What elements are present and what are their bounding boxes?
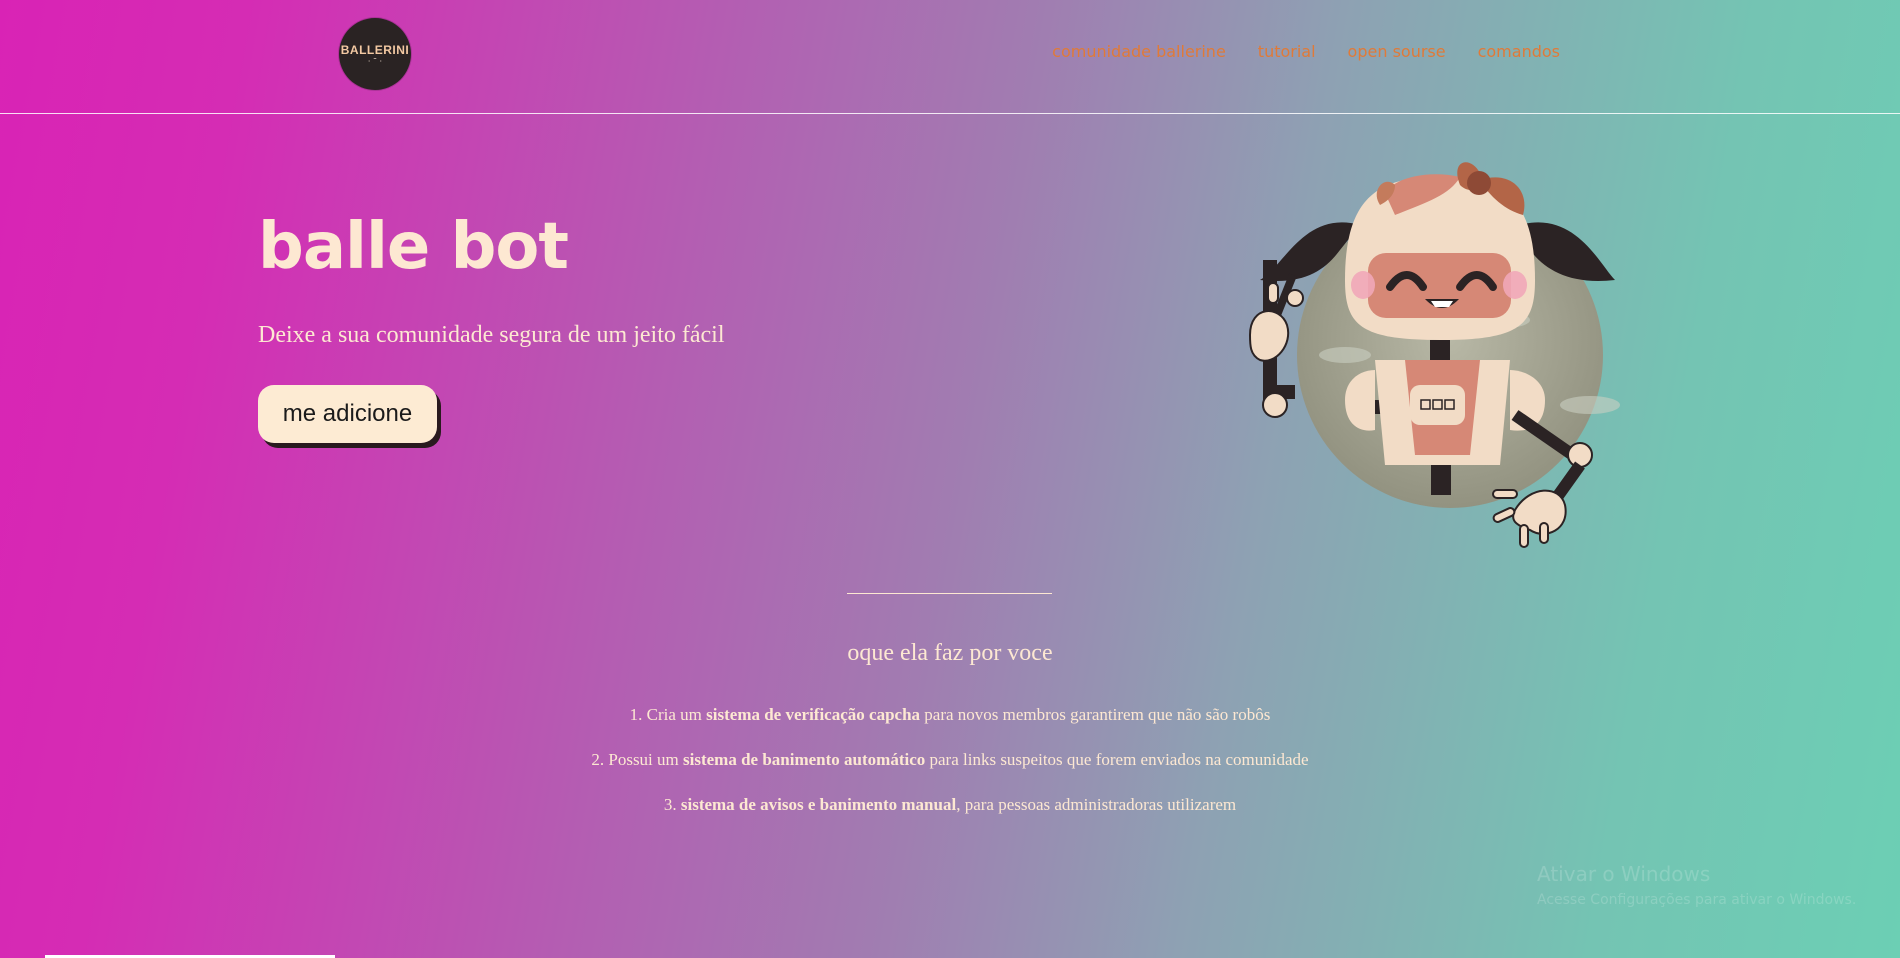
feature-text-post: para novos membros garantirem que não sã… [920, 705, 1271, 724]
feature-item: 3. sistema de avisos e banimento manual,… [0, 795, 1900, 840]
ballerini-logo[interactable]: BALLERINI · ˜ · [339, 18, 411, 90]
hero-subtitle: Deixe a sua comunidade segura de um jeit… [258, 322, 725, 348]
feature-text-post: , para pessoas administradoras utilizare… [956, 795, 1237, 814]
feature-number: 1. [629, 705, 647, 724]
feature-highlight: sistema de banimento automático [683, 750, 926, 769]
nav-link-open-source[interactable]: open sourse [1348, 42, 1446, 61]
features-title: oque ela faz por voce [847, 640, 1053, 666]
feature-highlight: sistema de avisos e banimento manual [680, 795, 957, 814]
watermark-subtitle: Acesse Configurações para ativar o Windo… [1537, 892, 1857, 908]
top-navbar: BALLERINI · ˜ · comunidade ballerine tut… [0, 0, 1900, 114]
robot-illustration [1245, 155, 1630, 550]
nav-links: comunidade ballerine tutorial open sours… [1052, 42, 1560, 61]
windows-activation-watermark: Ativar o Windows Acesse Configurações pa… [1537, 862, 1856, 908]
watermark-title: Ativar o Windows [1537, 862, 1711, 886]
feature-item: 2. Possui um sistema de banimento automá… [0, 750, 1900, 795]
feature-number: 2. [591, 750, 609, 769]
robot-icon [1248, 162, 1620, 548]
features-list: 1. Cria um sistema de verificação capcha… [0, 705, 1900, 840]
feature-number: 3. [663, 795, 681, 814]
logo-decoration-icon: · ˜ · [367, 57, 383, 66]
hero-title: balle bot [258, 210, 569, 284]
feature-highlight: sistema de verificação capcha [706, 705, 921, 724]
feature-item: 1. Cria um sistema de verificação capcha… [0, 705, 1900, 750]
section-divider [847, 593, 1052, 594]
add-me-button[interactable]: me adicione [258, 385, 437, 443]
feature-text-pre: Possui um [608, 750, 684, 769]
feature-text-post: para links suspeitos que forem enviados … [925, 750, 1309, 769]
nav-link-tutorial[interactable]: tutorial [1258, 42, 1316, 61]
feature-text-pre: Cria um [646, 705, 707, 724]
logo-text: BALLERINI [340, 43, 410, 57]
nav-link-comandos[interactable]: comandos [1478, 42, 1560, 61]
nav-link-comunidade[interactable]: comunidade ballerine [1052, 42, 1226, 61]
